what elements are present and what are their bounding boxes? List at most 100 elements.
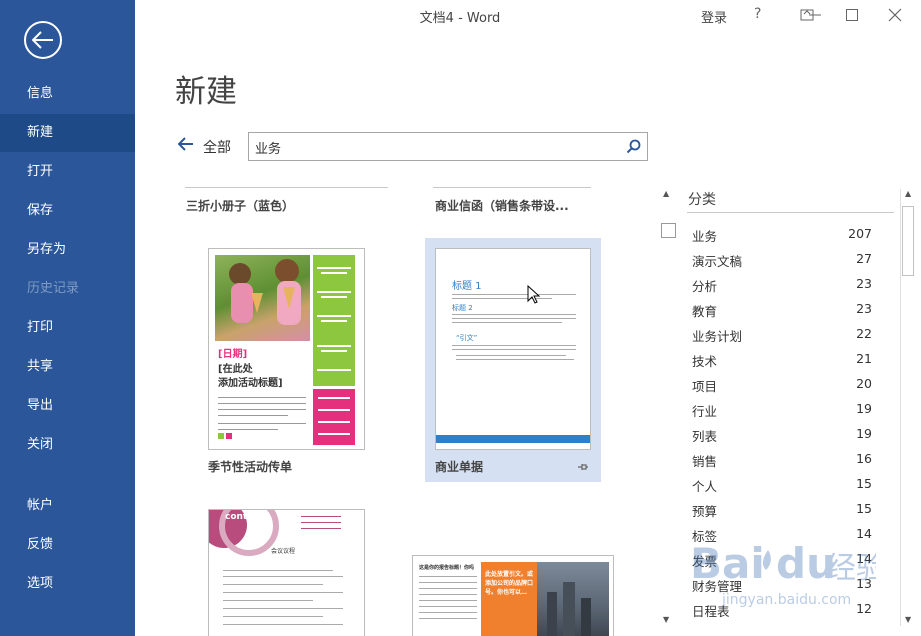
template-top-edge bbox=[185, 187, 388, 188]
flyer-heading-line1: [在此处 bbox=[218, 364, 253, 375]
maximize-icon[interactable] bbox=[845, 8, 859, 22]
agenda-logo: contoso bbox=[225, 512, 265, 522]
category-item[interactable]: 业务 207 bbox=[692, 226, 872, 251]
nav-export[interactable]: 导出 bbox=[0, 387, 135, 425]
category-name: 演示文稿 bbox=[692, 254, 743, 269]
back-arrow-icon bbox=[32, 31, 53, 49]
flyer-photo bbox=[215, 255, 310, 341]
page-title: 新建 bbox=[175, 74, 237, 110]
window-title: 文档4 - Word bbox=[419, 11, 501, 26]
nav-print[interactable]: 打印 bbox=[0, 309, 135, 347]
nav-info[interactable]: 信息 bbox=[0, 75, 135, 113]
mouse-cursor-icon bbox=[527, 285, 541, 304]
category-name: 列表 bbox=[692, 429, 718, 444]
scroll-up-arrow-icon[interactable]: ▲ bbox=[663, 189, 669, 198]
category-count: 207 bbox=[848, 226, 872, 241]
flyer-date: [日期] bbox=[218, 349, 248, 360]
category-item[interactable]: 销售 16 bbox=[692, 451, 872, 476]
nav-open[interactable]: 打开 bbox=[0, 153, 135, 191]
template-top-edge bbox=[433, 187, 591, 188]
scrollbar-up-arrow-icon[interactable]: ▲ bbox=[905, 189, 911, 198]
search-icon[interactable] bbox=[626, 139, 641, 154]
report-callout-text: 此处放置引文。或添加公司的品牌口号。你也可以… bbox=[485, 571, 534, 596]
category-name: 业务计划 bbox=[692, 329, 743, 344]
report-orange-callout: 此处放置引文。或添加公司的品牌口号。你也可以… bbox=[481, 562, 537, 636]
category-item[interactable]: 教育 23 bbox=[692, 301, 872, 326]
category-item[interactable]: 分析 23 bbox=[692, 276, 872, 301]
category-item[interactable]: 个人 15 bbox=[692, 476, 872, 501]
nav-share[interactable]: 共享 bbox=[0, 348, 135, 386]
nav-feedback[interactable]: 反馈 bbox=[0, 526, 135, 564]
category-name: 预算 bbox=[692, 504, 718, 519]
nav-new[interactable]: 新建 bbox=[0, 114, 135, 152]
category-checkbox[interactable] bbox=[661, 223, 676, 238]
nav-save-as[interactable]: 另存为 bbox=[0, 231, 135, 269]
help-button[interactable]: ? bbox=[754, 6, 761, 22]
template-title-business-doc[interactable]: 商业单据 bbox=[435, 458, 483, 475]
breadcrumb-all[interactable]: 全部 bbox=[203, 137, 231, 157]
report-city-photo bbox=[537, 562, 609, 636]
category-item[interactable]: 行业 19 bbox=[692, 401, 872, 426]
back-to-all-icon[interactable] bbox=[178, 137, 194, 151]
category-count: 15 bbox=[856, 501, 872, 516]
search-input[interactable] bbox=[255, 138, 605, 156]
category-item[interactable]: 预算 15 bbox=[692, 501, 872, 526]
baidu-jingyan-watermark: Bai du 经验 jingyan.baidu.com bbox=[690, 539, 876, 608]
template-thumbnail-business-doc[interactable]: 标题 1 标题 2 “引文” bbox=[435, 248, 591, 450]
category-count: 23 bbox=[856, 276, 872, 291]
scrollbar-down-arrow-icon[interactable]: ▼ bbox=[905, 615, 911, 624]
category-count: 20 bbox=[856, 376, 872, 391]
svg-text:Bai: Bai bbox=[690, 539, 765, 588]
doc-heading-2: 标题 2 bbox=[452, 304, 473, 312]
sign-in-link[interactable]: 登录 bbox=[701, 7, 727, 26]
template-title-flyer[interactable]: 季节性活动传单 bbox=[208, 458, 292, 475]
template-search-box[interactable] bbox=[248, 132, 648, 161]
category-item[interactable]: 列表 19 bbox=[692, 426, 872, 451]
svg-text:经验: 经验 bbox=[826, 551, 876, 586]
category-name: 技术 bbox=[692, 354, 718, 369]
nav-close[interactable]: 关闭 bbox=[0, 426, 135, 464]
minimize-window-icon[interactable] bbox=[808, 8, 822, 22]
category-name: 业务 bbox=[692, 229, 718, 244]
doc-heading-1: 标题 1 bbox=[452, 281, 482, 292]
category-name: 项目 bbox=[692, 379, 718, 394]
doc-footer-bar bbox=[436, 435, 590, 443]
scrollbar-thumb[interactable] bbox=[902, 206, 914, 276]
category-count: 16 bbox=[856, 451, 872, 466]
nav-account[interactable]: 帐户 bbox=[0, 487, 135, 525]
category-name: 个人 bbox=[692, 479, 718, 494]
category-item[interactable]: 业务计划 22 bbox=[692, 326, 872, 351]
category-count: 22 bbox=[856, 326, 872, 341]
template-title-business-letter[interactable]: 商业信函（销售条带设... bbox=[435, 197, 569, 214]
category-count: 19 bbox=[856, 401, 872, 416]
template-thumbnail-report[interactable]: 这是你的报告标题！你吗 此处放置引文。或添加公司的品牌口号。你也可以… bbox=[412, 555, 614, 636]
category-header: 分类 bbox=[688, 192, 716, 208]
category-divider bbox=[687, 212, 894, 213]
category-count: 23 bbox=[856, 301, 872, 316]
category-name: 销售 bbox=[692, 454, 718, 469]
category-count: 21 bbox=[856, 351, 872, 366]
svg-text:jingyan.baidu.com: jingyan.baidu.com bbox=[721, 592, 851, 608]
category-filter-column: ▲ ▼ bbox=[661, 189, 674, 626]
nav-options[interactable]: 选项 bbox=[0, 565, 135, 603]
category-name: 分析 bbox=[692, 279, 718, 294]
template-thumbnail-agenda[interactable]: contoso 会议议程 bbox=[208, 509, 365, 636]
category-item[interactable]: 项目 20 bbox=[692, 376, 872, 401]
template-thumbnail-flyer[interactable]: [日期] [在此处 添加活动标题] bbox=[208, 248, 365, 450]
close-icon[interactable] bbox=[888, 8, 902, 22]
nav-save[interactable]: 保存 bbox=[0, 192, 135, 230]
category-count: 27 bbox=[856, 251, 872, 266]
nav-history: 历史记录 bbox=[27, 281, 80, 296]
category-count: 15 bbox=[856, 476, 872, 491]
scroll-down-arrow-icon[interactable]: ▼ bbox=[663, 615, 669, 624]
category-item[interactable]: 演示文稿 27 bbox=[692, 251, 872, 276]
back-button[interactable] bbox=[24, 21, 62, 59]
flyer-heading: [在此处 添加活动标题] bbox=[218, 363, 283, 391]
category-name: 行业 bbox=[692, 404, 718, 419]
pin-icon[interactable] bbox=[577, 461, 589, 473]
template-title-trifold[interactable]: 三折小册子（蓝色） bbox=[186, 197, 294, 214]
backstage-sidebar: 信息 新建 打开 保存 另存为 历史记录 打印 共享 导出 关闭 帐户 反馈 选… bbox=[0, 0, 135, 636]
category-item[interactable]: 技术 21 bbox=[692, 351, 872, 376]
agenda-heading: 会议议程 bbox=[271, 548, 296, 555]
flyer-heading-line2: 添加活动标题] bbox=[218, 378, 283, 389]
